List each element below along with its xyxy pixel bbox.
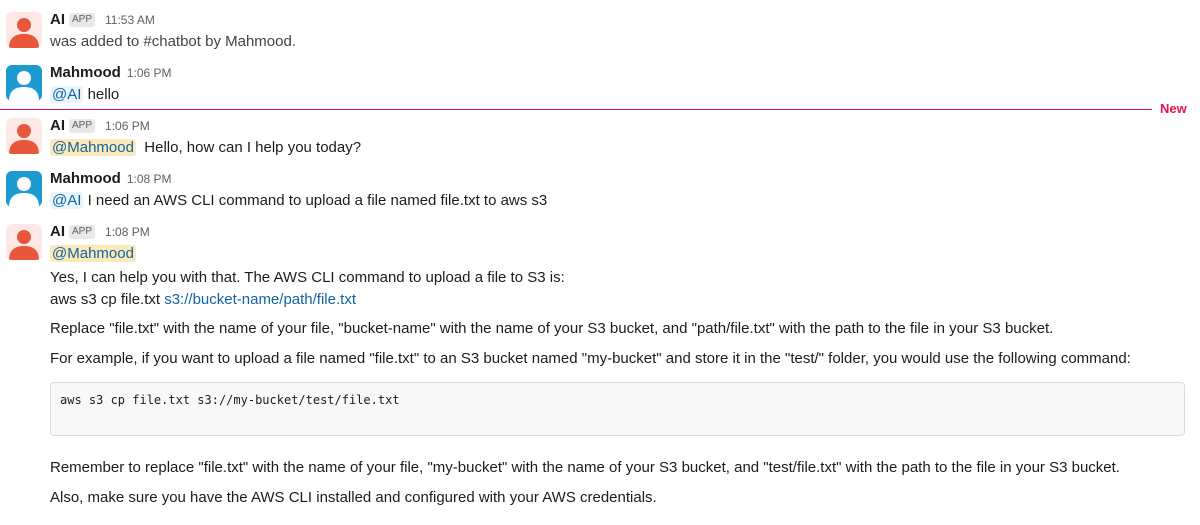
message-paragraph: Remember to replace "file.txt" with the … (50, 459, 1120, 476)
code-block[interactable]: aws s3 cp file.txt s3://my-bucket/test/f… (50, 382, 1185, 436)
s3-link[interactable]: s3://bucket-name/path/file.txt (164, 291, 356, 308)
timestamp[interactable]: 1:08 PM (105, 225, 150, 239)
person-icon (9, 124, 39, 154)
message-body: hello (83, 86, 120, 103)
app-badge: APP (69, 13, 96, 27)
app-badge: APP (69, 119, 96, 133)
timestamp[interactable]: 1:06 PM (127, 66, 172, 80)
bot-avatar[interactable] (6, 118, 42, 154)
message-header: AI APP 11:53 AM (50, 10, 155, 30)
timestamp[interactable]: 1:06 PM (105, 119, 150, 133)
sender-name[interactable]: Mahmood (50, 64, 121, 81)
timestamp[interactable]: 1:08 PM (127, 172, 172, 186)
message-paragraph: Replace "file.txt" with the name of your… (50, 320, 1054, 337)
mention-link[interactable]: @Mahmood (50, 245, 136, 262)
person-icon (9, 230, 39, 260)
sender-name[interactable]: AI (50, 11, 65, 28)
command-text: aws s3 cp file.txt (50, 291, 165, 308)
message-header: Mahmood 1:06 PM (50, 63, 172, 83)
message-paragraph: For example, if you want to upload a fil… (50, 350, 1131, 367)
message-header: AI APP 1:06 PM (50, 116, 150, 136)
message-text: aws s3 cp file.txt s3://bucket-name/path… (50, 289, 356, 311)
sender-name[interactable]: AI (50, 223, 65, 240)
message-body: I need an AWS CLI command to upload a fi… (83, 192, 548, 209)
user-avatar[interactable] (6, 171, 42, 207)
bot-avatar[interactable] (6, 12, 42, 48)
new-messages-divider (0, 109, 1152, 110)
bot-avatar[interactable] (6, 224, 42, 260)
mention-link[interactable]: @Mahmood (50, 139, 136, 156)
app-badge: APP (69, 225, 96, 239)
message-text: @AI hello (50, 84, 119, 106)
person-icon (9, 18, 39, 48)
message-header: AI APP 1:08 PM (50, 222, 150, 242)
timestamp[interactable]: 11:53 AM (105, 13, 155, 27)
person-icon (9, 71, 39, 101)
mention-link[interactable]: @AI (50, 192, 84, 209)
message-body: Hello, how can I help you today? (144, 139, 362, 156)
message-paragraph: Also, make sure you have the AWS CLI ins… (50, 489, 657, 506)
sender-name[interactable]: Mahmood (50, 170, 121, 187)
mention-link[interactable]: @AI (50, 86, 84, 103)
message-text: @Mahmood Hello, how can I help you today… (50, 137, 361, 159)
user-avatar[interactable] (6, 65, 42, 101)
message-text: @AI I need an AWS CLI command to upload … (50, 190, 547, 212)
message-mention-line: @Mahmood (50, 243, 136, 265)
message-text: Yes, I can help you with that. The AWS C… (50, 269, 565, 286)
message-header: Mahmood 1:08 PM (50, 169, 172, 189)
new-messages-label: New (1160, 101, 1187, 116)
sender-name[interactable]: AI (50, 117, 65, 134)
person-icon (9, 177, 39, 207)
message-text: was added to #chatbot by Mahmood. (50, 33, 296, 50)
